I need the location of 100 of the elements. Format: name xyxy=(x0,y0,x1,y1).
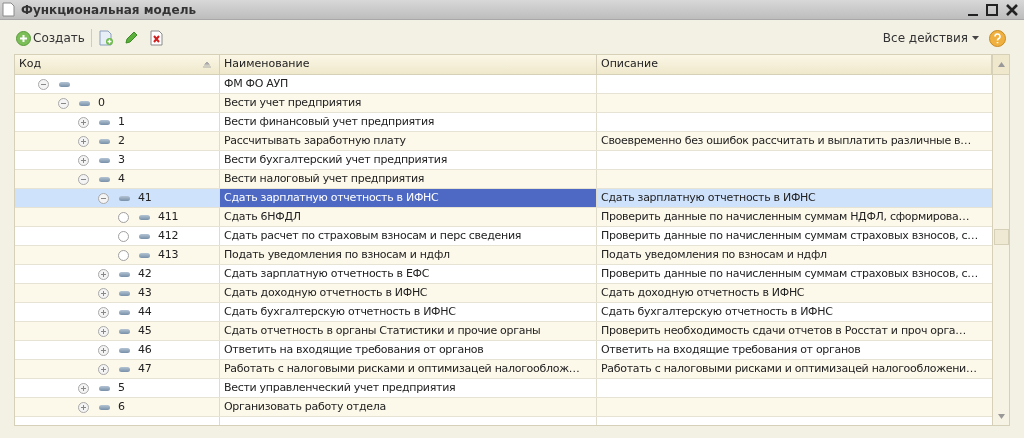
table-row[interactable]: 41 Сдать зарплатную отчетность в ИФНС Сдать зарплатную отчетность в ИФНС xyxy=(15,189,992,208)
item-dash-icon xyxy=(119,328,130,334)
expand-icon[interactable] xyxy=(98,344,109,356)
table-row[interactable]: 43 Сдать доходную отчетность в ИФНС Сдать доходную отчетность в ИФНС xyxy=(15,284,992,303)
expand-icon[interactable] xyxy=(78,401,89,413)
name-cell-text: Сдать отчетность в органы Статистики и прочие органы xyxy=(224,322,541,339)
table-row[interactable]: 411 Сдать 6НФДЛ Проверить данные по начисленным суммам НДФЛ, сформирова… xyxy=(15,208,992,227)
expand-icon[interactable] xyxy=(98,306,109,318)
code-cell-text: 42 xyxy=(138,265,152,282)
table-row[interactable]: 44 Сдать бухгалтерскую отчетность в ИФНС Сдать бухгалтерскую отчетность в ИФНС xyxy=(15,303,992,322)
all-actions-menu[interactable]: Все действия xyxy=(882,29,979,47)
description-cell-text: Своевременно без ошибок рассчитать и выплатить различные в… xyxy=(601,132,971,149)
description-cell-text: Работать с налоговыми рисками и оптимизацей налогообложени… xyxy=(601,360,977,377)
name-cell-text: Рассчитывать заработную плату xyxy=(224,132,406,149)
item-dash-icon xyxy=(119,195,130,201)
item-dash-icon xyxy=(99,119,110,125)
code-cell-text: 4 xyxy=(118,170,125,187)
expand-icon[interactable] xyxy=(98,268,109,280)
item-dash-icon xyxy=(99,138,110,144)
window-title: Функциональная модель xyxy=(21,1,196,19)
name-cell-text: Подать уведомления по взносам и ндфл xyxy=(224,246,450,263)
table-row[interactable]: 6 Организовать работу отдела xyxy=(15,398,992,417)
expand-icon[interactable] xyxy=(78,135,89,147)
sort-icon xyxy=(203,61,211,68)
description-cell-text: Ответить на входящие требования от органов xyxy=(601,341,861,358)
collapse-icon[interactable] xyxy=(98,192,109,204)
code-cell-text: 45 xyxy=(138,322,152,339)
help-icon[interactable] xyxy=(989,29,1006,47)
item-dash-icon xyxy=(119,271,130,277)
item-dash-icon xyxy=(119,290,130,296)
description-cell-text: Проверить данные по начисленным суммам страховых взносов, с… xyxy=(601,265,978,282)
description-cell-text: Сдать бухгалтерскую отчетность в ИФНС xyxy=(601,303,833,320)
description-cell-text: Сдать доходную отчетность в ИФНС xyxy=(601,284,805,301)
item-dash-icon xyxy=(99,157,110,163)
item-dash-icon xyxy=(119,347,130,353)
column-header[interactable]: Наименование xyxy=(220,55,597,74)
code-cell-text: 47 xyxy=(138,360,152,377)
name-cell-text: Сдать 6НФДЛ xyxy=(224,208,301,225)
scroll-up-icon[interactable] xyxy=(997,62,1005,67)
code-cell-text: 413 xyxy=(158,246,179,263)
table-row[interactable]: 47 Работать с налоговыми рисками и оптимизацей налогооблож… Работать с налоговыми рисками и оптимизацей налогообложени… xyxy=(15,360,992,379)
create-button[interactable]: Создать xyxy=(16,29,85,47)
name-cell-text: Сдать бухгалтерскую отчетность в ИФНС xyxy=(224,303,456,320)
expand-icon[interactable] xyxy=(98,363,109,375)
collapse-icon[interactable] xyxy=(38,78,49,90)
table-row[interactable]: 412 Сдать расчет по страховым взносам и перс сведения Проверить данные по начисленным суммам страховых взносов, с… xyxy=(15,227,992,246)
item-dash-icon xyxy=(99,385,110,391)
document-icon xyxy=(2,2,15,17)
table-row[interactable]: ФМ ФО АУП xyxy=(15,75,992,94)
scroll-thumb[interactable] xyxy=(993,229,1009,245)
copy-document-icon[interactable] xyxy=(97,30,114,46)
scroll-down-icon[interactable] xyxy=(997,414,1005,419)
name-cell-text: Ответить на входящие требования от органов xyxy=(224,341,484,358)
maximize-icon[interactable] xyxy=(986,3,998,16)
expand-icon[interactable] xyxy=(78,382,89,394)
name-cell-text: Вести финансовый учет предприятия xyxy=(224,113,435,130)
table-row[interactable]: 5 Вести управленческий учет предприятия xyxy=(15,379,992,398)
item-dash-icon xyxy=(79,100,90,106)
code-cell-text: 411 xyxy=(158,208,179,225)
code-cell-text: 41 xyxy=(138,189,152,206)
table-row[interactable]: 413 Подать уведомления по взносам и ндфл Подать уведомления по взносам и ндфл xyxy=(15,246,992,265)
table-row[interactable]: 46 Ответить на входящие требования от органов Ответить на входящие требования от органов xyxy=(15,341,992,360)
table-row[interactable]: 4 Вести налоговый учет предприятия xyxy=(15,170,992,189)
name-cell-text: Сдать доходную отчетность в ИФНС xyxy=(224,284,428,301)
expand-icon[interactable] xyxy=(98,287,109,299)
code-cell-text: 1 xyxy=(118,113,125,130)
pencil-icon[interactable] xyxy=(123,31,138,45)
code-cell-text: 0 xyxy=(98,94,105,111)
item-dash-icon xyxy=(139,252,150,258)
item-dash-icon xyxy=(139,214,150,220)
description-cell-text: Подать уведомления по взносам и ндфл xyxy=(601,246,827,263)
name-cell-text: Сдать зарплатную отчетность в ИФНС xyxy=(224,189,439,206)
close-icon[interactable] xyxy=(1006,3,1018,16)
table-row[interactable]: 0 Вести учет предприятия xyxy=(15,94,992,113)
column-header[interactable]: Код xyxy=(15,55,220,74)
code-cell-text: 5 xyxy=(118,379,125,396)
name-cell-text: Вести налоговый учет предприятия xyxy=(224,170,425,187)
code-cell-text: 2 xyxy=(118,132,125,149)
table-row[interactable]: 2 Рассчитывать заработную плату Своевременно без ошибок рассчитать и выплатить различные в… xyxy=(15,132,992,151)
expand-icon[interactable] xyxy=(78,116,89,128)
table-row[interactable]: 3 Вести бухгалтерский учет предприятия xyxy=(15,151,992,170)
collapse-icon[interactable] xyxy=(78,173,89,185)
item-dash-icon xyxy=(59,81,70,87)
item-dash-icon xyxy=(99,404,110,410)
expand-icon[interactable] xyxy=(98,325,109,337)
name-cell-text: Организовать работу отдела xyxy=(224,398,386,415)
scrollbar[interactable] xyxy=(992,55,1009,425)
delete-icon[interactable] xyxy=(149,30,163,46)
table-row[interactable]: 42 Сдать зарплатную отчетность в ЕФС Проверить данные по начисленным суммам страховых взносов, с… xyxy=(15,265,992,284)
table-row[interactable]: 45 Сдать отчетность в органы Статистики и прочие органы Проверить необходимость сдачи отчетов в Росстат и проч орга… xyxy=(15,322,992,341)
name-cell-text: Вести управленческий учет предприятия xyxy=(224,379,456,396)
collapse-icon[interactable] xyxy=(58,97,69,109)
description-cell-text: Проверить данные по начисленным суммам страховых взносов, с… xyxy=(601,227,978,244)
expand-icon[interactable] xyxy=(78,154,89,166)
name-cell-text: Сдать расчет по страховым взносам и перс сведения xyxy=(224,227,522,244)
table-row[interactable]: 1 Вести финансовый учет предприятия xyxy=(15,113,992,132)
name-cell-text: Вести бухгалтерский учет предприятия xyxy=(224,151,447,168)
code-cell-text: 46 xyxy=(138,341,152,358)
caret-icon xyxy=(972,36,979,40)
code-cell-text: 412 xyxy=(158,227,179,244)
